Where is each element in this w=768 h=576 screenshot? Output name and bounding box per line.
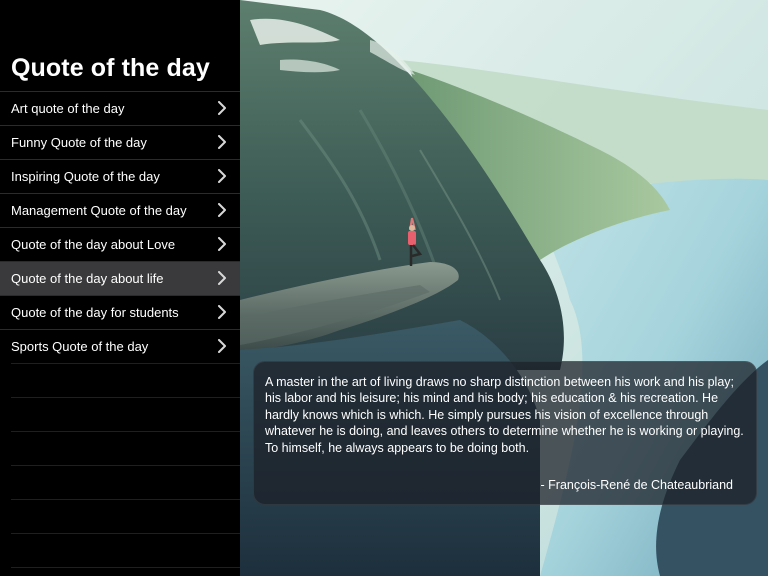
category-item-label: Sports Quote of the day bbox=[11, 339, 149, 354]
chevron-right-icon bbox=[218, 101, 226, 115]
empty-row bbox=[11, 465, 240, 499]
category-item-art[interactable]: Art quote of the day bbox=[0, 91, 240, 125]
category-item-label: Funny Quote of the day bbox=[11, 135, 147, 150]
category-item-students[interactable]: Quote of the day for students bbox=[0, 295, 240, 329]
chevron-right-icon bbox=[218, 135, 226, 149]
quote-card: A master in the art of living draws no s… bbox=[253, 361, 757, 505]
category-item-life[interactable]: Quote of the day about life bbox=[0, 261, 240, 295]
category-item-label: Management Quote of the day bbox=[11, 203, 187, 218]
empty-row bbox=[11, 397, 240, 431]
category-item-label: Quote of the day for students bbox=[11, 305, 179, 320]
empty-row bbox=[11, 567, 240, 576]
category-item-label: Quote of the day about life bbox=[11, 271, 164, 286]
sidebar: Quote of the day Art quote of the day Fu… bbox=[0, 0, 240, 576]
empty-row bbox=[11, 499, 240, 533]
quote-text: A master in the art of living draws no s… bbox=[265, 375, 744, 455]
empty-row bbox=[11, 533, 240, 567]
quote-author: - François-René de Chateaubriand bbox=[540, 478, 733, 492]
category-item-funny[interactable]: Funny Quote of the day bbox=[0, 125, 240, 159]
sidebar-title: Quote of the day bbox=[11, 54, 210, 82]
category-item-sports[interactable]: Sports Quote of the day bbox=[0, 329, 240, 363]
chevron-right-icon bbox=[218, 339, 226, 353]
category-item-inspiring[interactable]: Inspiring Quote of the day bbox=[0, 159, 240, 193]
category-item-love[interactable]: Quote of the day about Love bbox=[0, 227, 240, 261]
chevron-right-icon bbox=[218, 169, 226, 183]
empty-row bbox=[11, 431, 240, 465]
chevron-right-icon bbox=[218, 271, 226, 285]
category-item-management[interactable]: Management Quote of the day bbox=[0, 193, 240, 227]
chevron-right-icon bbox=[218, 305, 226, 319]
category-item-label: Quote of the day about Love bbox=[11, 237, 176, 252]
chevron-right-icon bbox=[218, 203, 226, 217]
category-item-label: Art quote of the day bbox=[11, 101, 125, 116]
chevron-right-icon bbox=[218, 237, 226, 251]
category-item-label: Inspiring Quote of the day bbox=[11, 169, 160, 184]
empty-row bbox=[11, 363, 240, 397]
category-list: Art quote of the day Funny Quote of the … bbox=[0, 91, 240, 576]
